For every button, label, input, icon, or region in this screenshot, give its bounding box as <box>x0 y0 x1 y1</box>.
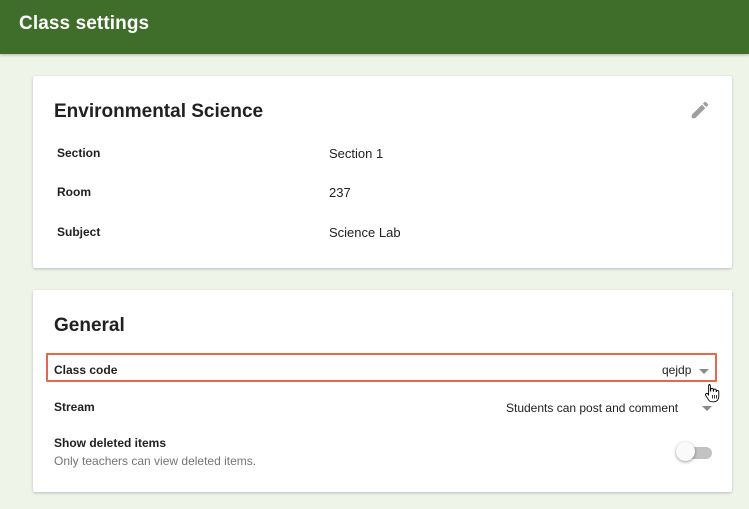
room-label: Room <box>57 185 91 199</box>
toggle-knob <box>676 442 695 461</box>
chevron-down-icon[interactable] <box>702 406 712 411</box>
section-label: Section <box>57 146 101 160</box>
subject-value: Science Lab <box>329 225 401 240</box>
class-name: Environmental Science <box>54 101 264 122</box>
class-code-label: Class code <box>54 363 118 377</box>
section-value: Section 1 <box>329 146 384 161</box>
stream-label: Stream <box>54 400 95 414</box>
chevron-down-icon[interactable] <box>699 369 709 374</box>
general-settings-card: General Class code qejdp Stream Students… <box>33 290 732 492</box>
pencil-icon <box>691 101 709 119</box>
edit-class-button[interactable] <box>689 99 711 121</box>
general-title: General <box>54 315 125 336</box>
app-header: Class settings <box>0 0 749 54</box>
class-code-dropdown[interactable]: qejdp <box>662 363 691 377</box>
show-deleted-toggle[interactable] <box>676 442 712 461</box>
class-code-row[interactable] <box>46 353 717 382</box>
room-value: 237 <box>329 185 351 200</box>
show-deleted-description: Only teachers can view deleted items. <box>54 454 257 468</box>
show-deleted-label: Show deleted items <box>54 436 167 450</box>
class-details-card: Environmental Science Section Section 1 … <box>33 76 732 268</box>
subject-label: Subject <box>57 225 101 239</box>
page-title: Class settings <box>19 13 150 34</box>
stream-dropdown[interactable]: Students can post and comment <box>506 401 678 415</box>
